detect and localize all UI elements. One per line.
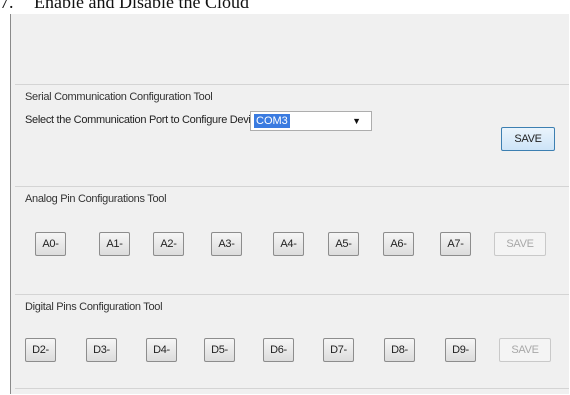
digital-save-button[interactable]: SAVE	[499, 338, 551, 362]
analog-pin-button-a3[interactable]: A3-	[211, 232, 242, 256]
digital-pin-button-d2[interactable]: D2-	[25, 338, 56, 362]
digital-pin-button-d5[interactable]: D5-	[204, 338, 235, 362]
heading-text: Enable and Disable the Cloud	[34, 0, 249, 12]
com-port-value: COM3	[254, 114, 290, 128]
digital-config-group: Digital Pins Configuration Tool D2- D3- …	[15, 294, 569, 385]
analog-config-group: Analog Pin Configurations Tool A0- A1- A…	[15, 186, 569, 281]
analog-pin-button-a7[interactable]: A7-	[440, 232, 471, 256]
analog-pin-button-a0[interactable]: A0-	[35, 232, 66, 256]
port-select-label: Select the Communication Port to Configu…	[25, 114, 268, 126]
analog-pin-button-a1[interactable]: A1-	[99, 232, 130, 256]
com-port-dropdown[interactable]: COM3 ▼	[250, 111, 372, 131]
digital-pin-button-d4[interactable]: D4-	[146, 338, 177, 362]
configuration-window: Serial Communication Configuration Tool …	[10, 14, 569, 394]
analog-group-title: Analog Pin Configurations Tool	[25, 193, 167, 205]
analog-save-button[interactable]: SAVE	[494, 232, 546, 256]
analog-pin-button-a5[interactable]: A5-	[328, 232, 359, 256]
serial-group-title: Serial Communication Configuration Tool	[25, 91, 213, 103]
serial-config-group: Serial Communication Configuration Tool …	[15, 84, 569, 173]
serial-save-button[interactable]: SAVE	[501, 127, 555, 151]
digital-group-title: Digital Pins Configuration Tool	[25, 301, 163, 313]
digital-pin-button-d6[interactable]: D6-	[263, 338, 294, 362]
digital-pin-button-d3[interactable]: D3-	[86, 338, 117, 362]
digital-pin-button-d7[interactable]: D7-	[323, 338, 354, 362]
digital-pin-button-d8[interactable]: D8-	[384, 338, 415, 362]
analog-pin-button-a6[interactable]: A6-	[383, 232, 414, 256]
caret-down-icon: ▼	[352, 116, 361, 126]
document-heading: 7. Enable and Disable the Cloud	[0, 0, 400, 14]
heading-number: 7.	[0, 0, 14, 12]
analog-pin-button-a2[interactable]: A2-	[153, 232, 184, 256]
analog-pin-button-a4[interactable]: A4-	[273, 232, 304, 256]
digital-pin-button-d9[interactable]: D9-	[445, 338, 476, 362]
